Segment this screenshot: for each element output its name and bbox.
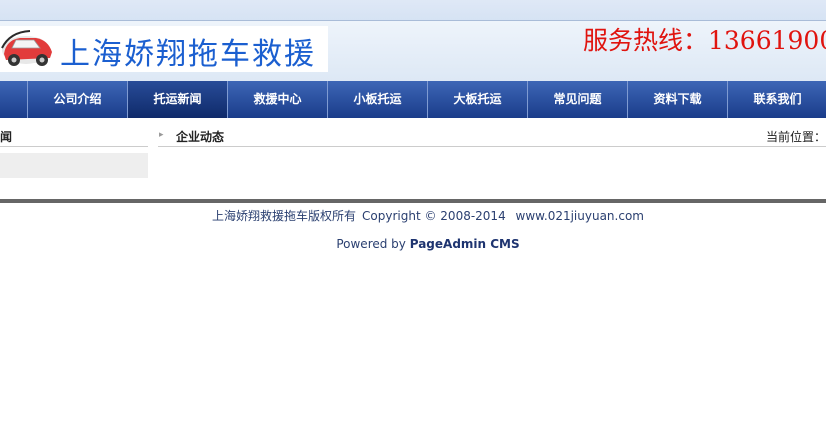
site-header: 上海娇翔拖车救援 服务热线：13661900 [0,21,826,81]
nav-item-company-intro[interactable]: 公司介绍 [28,81,128,118]
nav-item-downloads[interactable]: 资料下载 [628,81,728,118]
bullet-icon: ▸ [159,130,164,140]
copyright-owner: 上海娇翔救援拖车版权所有 [212,209,357,223]
service-hotline: 服务热线：13661900 [583,26,826,55]
nav-item-towing-news[interactable]: 托运新闻 [128,81,228,118]
nav-item-rescue-center[interactable]: 救援中心 [228,81,328,118]
sidebar-title: 闻 [0,128,148,147]
site-logo[interactable]: 上海娇翔拖车救援 [0,26,328,72]
page-title: 企业动态 [176,130,225,144]
footer-site-link[interactable]: www.021jiuyuan.com [516,209,644,223]
top-strip [0,0,826,21]
nav-item-small-truck[interactable]: 小板托运 [328,81,428,118]
copyright-text: Copyright © 2008-2014 [362,209,506,223]
powered-prefix: Powered by [336,237,406,251]
car-logo-icon [1,30,52,66]
powered-brand-link[interactable]: PageAdmin CMS [410,237,520,251]
nav-left-cap [0,81,28,118]
footer-divider [0,199,826,203]
footer-powered: Powered by PageAdmin CMS [0,237,826,251]
breadcrumb: 当前位置： [765,130,826,144]
main-nav: 公司介绍 托运新闻 救援中心 小板托运 大板托运 常见问题 资料下载 联系我们 [0,81,826,118]
footer-copyright: 上海娇翔救援拖车版权所有 Copyright © 2008-2014 www.02… [0,207,826,224]
logo-text: 上海娇翔拖车救援 [60,37,316,72]
content-header: ▸ 企业动态 当前位置： [158,127,826,147]
sidebar-menu-item[interactable] [0,153,148,178]
nav-item-contact[interactable]: 联系我们 [728,81,826,118]
nav-item-large-truck[interactable]: 大板托运 [428,81,528,118]
nav-item-faq[interactable]: 常见问题 [528,81,628,118]
